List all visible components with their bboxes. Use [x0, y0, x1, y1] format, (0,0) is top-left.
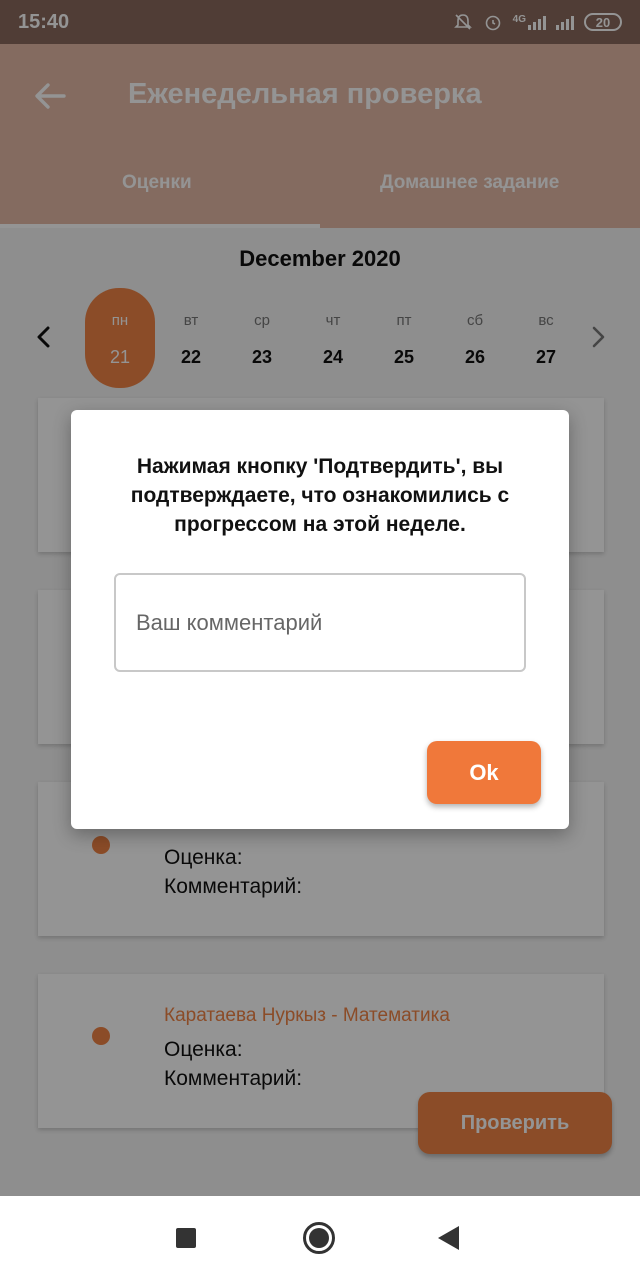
dialog-message: Нажимая кнопку 'Подтвердить', вы подтвер…: [130, 455, 510, 536]
confirm-dialog: Нажимая кнопку 'Подтвердить', вы подтвер…: [71, 410, 569, 829]
ok-button[interactable]: Ok: [427, 741, 541, 804]
system-nav-bar: [0, 1196, 640, 1280]
app-screen: 15:40 4G 20 Еженедельная проверка Оценки…: [0, 0, 640, 1196]
back-triangle-icon[interactable]: [438, 1226, 459, 1250]
comment-input[interactable]: [114, 573, 526, 672]
home-icon[interactable]: [303, 1222, 335, 1254]
recents-icon[interactable]: [176, 1228, 196, 1248]
